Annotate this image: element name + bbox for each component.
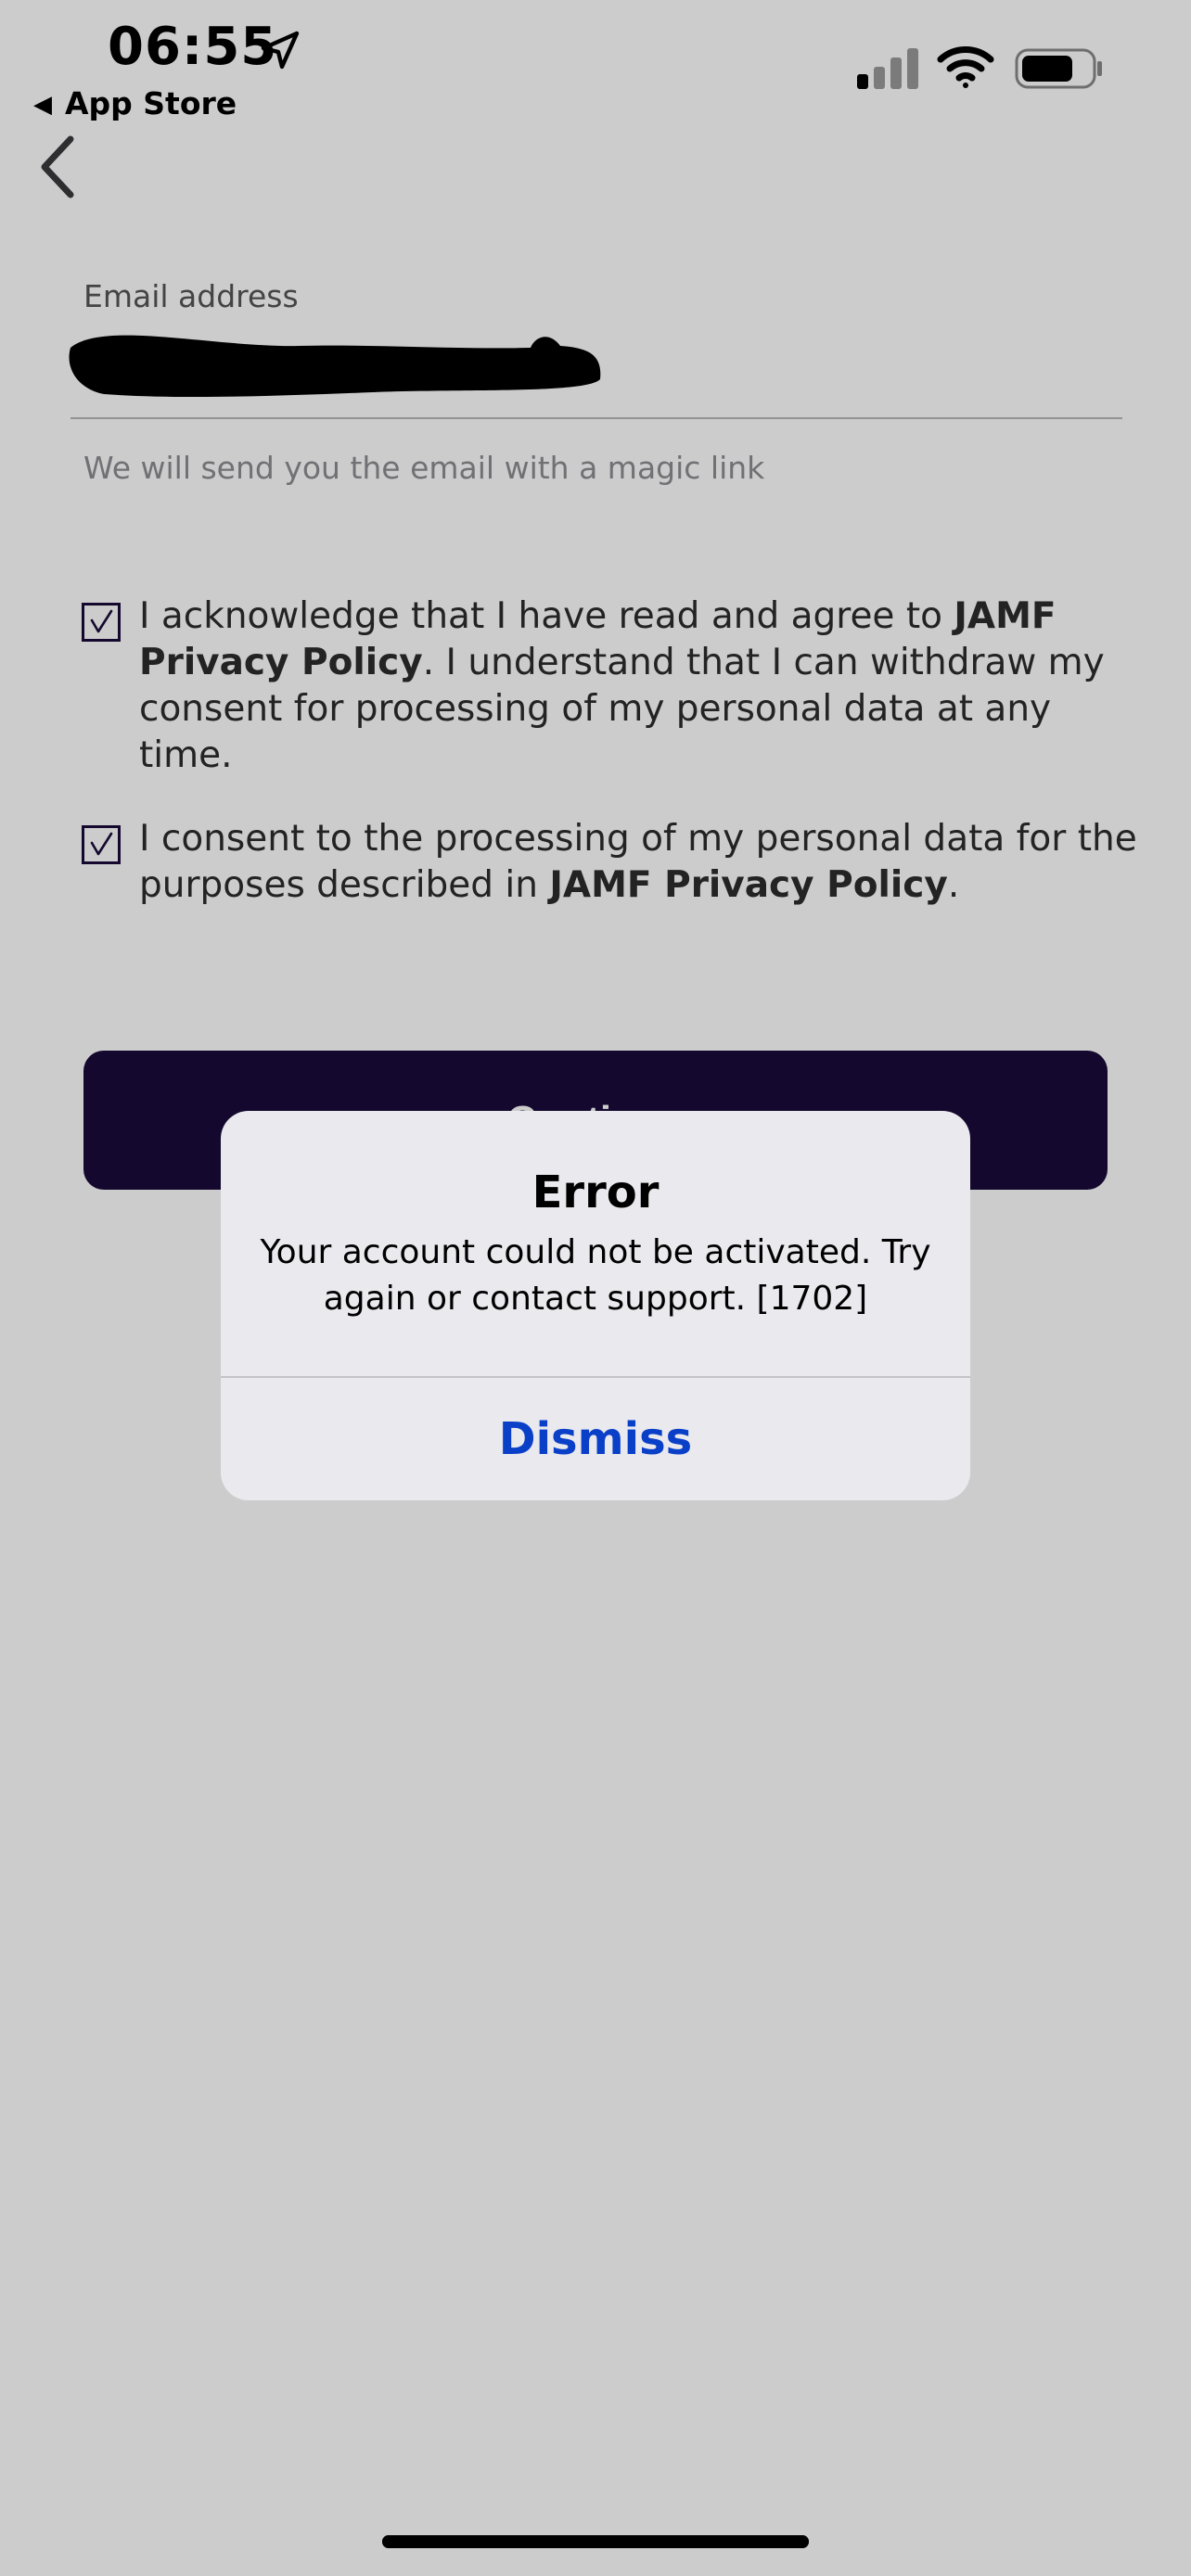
error-alert-dialog: Error Your account could not be activate… [221, 1111, 970, 1500]
home-indicator-top [382, 2535, 809, 2548]
alert-message: Your account could not be activated. Try… [260, 1233, 931, 1318]
dismiss-button[interactable]: Dismiss [221, 1378, 970, 1500]
alert-title: Error [531, 1167, 660, 1218]
